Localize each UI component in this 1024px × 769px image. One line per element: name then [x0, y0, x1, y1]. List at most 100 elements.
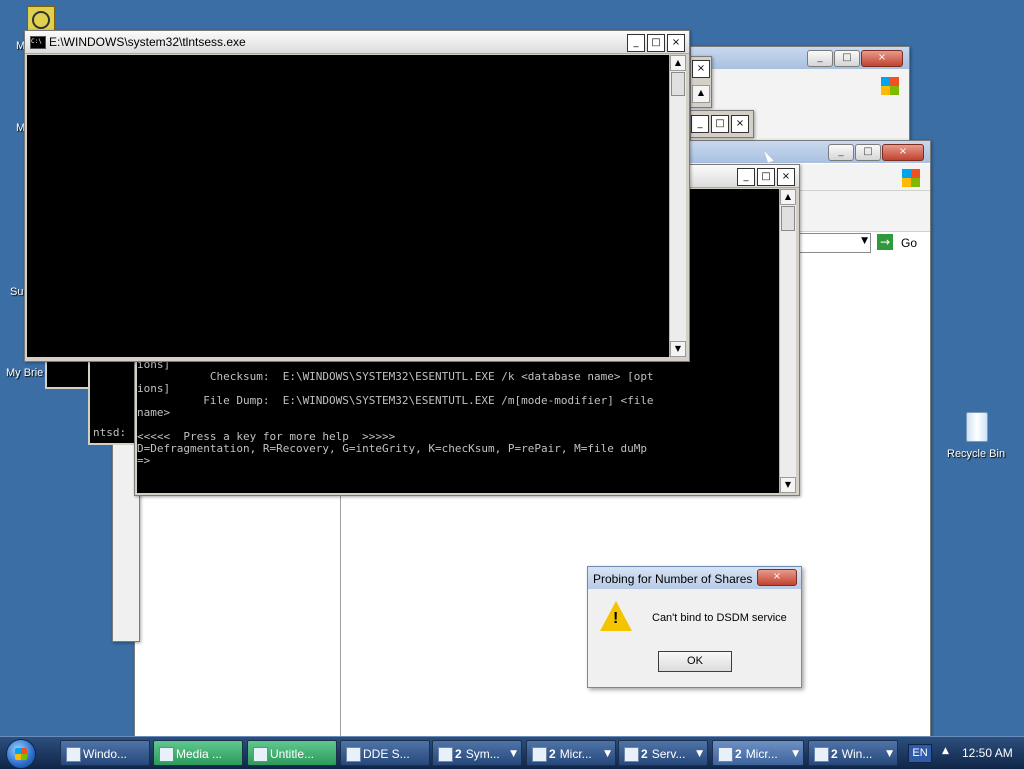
taskbar-button-label: Serv...	[651, 747, 686, 761]
window-controls: _ □ ×	[807, 50, 903, 67]
scroll-down-arrow[interactable]: ▼	[780, 477, 796, 493]
window-icon	[624, 747, 639, 762]
taskbar-button-label: Micr...	[745, 747, 778, 761]
dialog-title-bar[interactable]: Probing for Number of Shares ×	[588, 567, 801, 589]
taskbar-button[interactable]: 2 ▼ Sym...	[432, 740, 522, 766]
taskbar-button-label: Win...	[841, 747, 873, 761]
taskbar-button[interactable]: Untitle...	[247, 740, 337, 766]
console-line: File Dump: E:\WINDOWS\SYSTEM32\ESENTUTL.…	[137, 394, 654, 407]
taskbar-button-label: Micr...	[559, 747, 592, 761]
console-line: Checksum: E:\WINDOWS\SYSTEM32\ESENTUTL.E…	[137, 370, 654, 383]
taskbar-button[interactable]: 2 ▼ Serv...	[618, 740, 708, 766]
error-dialog[interactable]: Probing for Number of Shares × ! Can't b…	[587, 566, 802, 688]
taskbar-button-label: Windo...	[83, 747, 128, 761]
desktop-icon-label: My Brie	[6, 367, 44, 379]
window-icon	[66, 747, 81, 762]
taskbar-button[interactable]: 2 ▼ Micr...	[526, 740, 616, 766]
maximize-button[interactable]: □	[647, 34, 665, 52]
tray-chevron-icon[interactable]: ▲	[942, 746, 949, 756]
close-button[interactable]: ×	[731, 115, 749, 133]
taskbar-button[interactable]: Windo...	[60, 740, 150, 766]
ok-button[interactable]: OK	[658, 651, 732, 672]
maximize-button[interactable]: □	[855, 144, 881, 161]
chevron-down-icon: ▼	[792, 749, 799, 759]
address-bar[interactable]: ▼	[795, 233, 871, 253]
window-icon	[814, 747, 829, 762]
minimize-button[interactable]: _	[828, 144, 854, 161]
close-button[interactable]: ×	[757, 569, 797, 586]
taskbar-button-label: Untitle...	[270, 747, 315, 761]
go-button[interactable]: → Go	[877, 233, 925, 253]
console-line: name>	[137, 406, 171, 419]
taskbar-button-label: Media ...	[176, 747, 223, 761]
chevron-down-icon[interactable]: ▼	[861, 236, 868, 246]
start-button[interactable]	[6, 739, 36, 769]
minimize-button[interactable]: _	[737, 168, 755, 186]
close-button[interactable]: ×	[667, 34, 685, 52]
window-icon	[159, 747, 174, 762]
chevron-down-icon: ▼	[886, 749, 893, 759]
recycle-bin-label: Recycle Bin	[947, 448, 1006, 460]
console-line: D=Defragmentation, R=Recovery, G=inteGri…	[137, 442, 647, 455]
scroll-thumb[interactable]	[671, 72, 685, 96]
window-controls: _ □ ×	[737, 168, 795, 186]
windows-logo-icon	[902, 169, 920, 187]
clock[interactable]: 12:50 AM	[962, 746, 1013, 760]
minimize-button[interactable]: _	[627, 34, 645, 52]
taskbar-button-label: DDE S...	[363, 747, 410, 761]
close-button[interactable]: ×	[777, 168, 795, 186]
window-icon	[438, 747, 453, 762]
title-bar[interactable]: C:\ E:\WINDOWS\system32\tlntsess.exe	[25, 31, 689, 54]
desktop-icon-label: Su	[10, 286, 24, 298]
taskbar-button[interactable]: Media ...	[153, 740, 243, 766]
scroll-up-arrow[interactable]: ▲	[670, 55, 686, 71]
chevron-down-icon: ▼	[510, 749, 517, 759]
taskbar-button[interactable]: 2 ▼ Micr...	[712, 740, 804, 766]
taskbar: Windo... Media ... Untitle... DDE S... 2 ▼ Sym…	[0, 736, 1024, 769]
scroll-up-arrow[interactable]: ▲	[692, 85, 710, 103]
taskbar-button-label: Sym...	[465, 747, 500, 761]
group-count: 2	[641, 747, 648, 761]
scroll-thumb[interactable]	[781, 206, 795, 231]
scroll-down-arrow[interactable]: ▼	[670, 341, 686, 357]
window-controls: _ □ ×	[627, 34, 685, 52]
console-scrollbar[interactable]: ▲ ▼	[669, 55, 686, 357]
close-button[interactable]: ×	[882, 144, 924, 161]
taskbar-button[interactable]: DDE S...	[340, 740, 430, 766]
group-count: 2	[831, 747, 838, 761]
group-count: 2	[455, 747, 462, 761]
scroll-up-arrow[interactable]: ▲	[780, 189, 796, 205]
window-controls: _ □ ×	[828, 144, 924, 161]
console-scrollbar[interactable]: ▲ ▼	[779, 189, 796, 493]
language-indicator[interactable]: EN	[908, 744, 932, 763]
maximize-button[interactable]: □	[711, 115, 729, 133]
windows-logo-icon	[881, 77, 899, 95]
app-icon	[32, 11, 50, 29]
close-button[interactable]: ×	[692, 60, 710, 78]
minimize-button[interactable]: _	[807, 50, 833, 67]
warning-mark: !	[613, 610, 619, 627]
minimize-button[interactable]: _	[691, 115, 709, 133]
window-icon	[346, 747, 361, 762]
taskbar-button[interactable]: 2 ▼ Win...	[808, 740, 898, 766]
window-icon	[253, 747, 268, 762]
console-output	[27, 55, 669, 357]
close-button[interactable]: ×	[861, 50, 903, 67]
background-console-window-2[interactable]: _ □ ×	[690, 110, 754, 138]
folder-pane	[135, 496, 341, 736]
go-label: Go	[901, 236, 918, 250]
maximize-button[interactable]: □	[757, 168, 775, 186]
warning-icon: !	[600, 601, 632, 631]
maximize-button[interactable]: □	[834, 50, 860, 67]
background-console-window[interactable]: × ▲	[690, 56, 712, 108]
console-line: =>	[137, 454, 151, 467]
recycle-bin[interactable]: Recycle Bin	[944, 410, 1008, 466]
dialog-message: Can't bind to DSDM service	[652, 612, 787, 624]
window-title: E:\WINDOWS\system32\tlntsess.exe	[49, 35, 246, 49]
console-window-tlntsess[interactable]: C:\ E:\WINDOWS\system32\tlntsess.exe _ □…	[24, 30, 690, 362]
windows-logo-icon	[15, 748, 27, 760]
window-icon	[718, 747, 733, 762]
dialog-title: Probing for Number of Shares	[593, 572, 753, 586]
group-count: 2	[735, 747, 742, 761]
recycle-bin-icon	[966, 412, 988, 442]
